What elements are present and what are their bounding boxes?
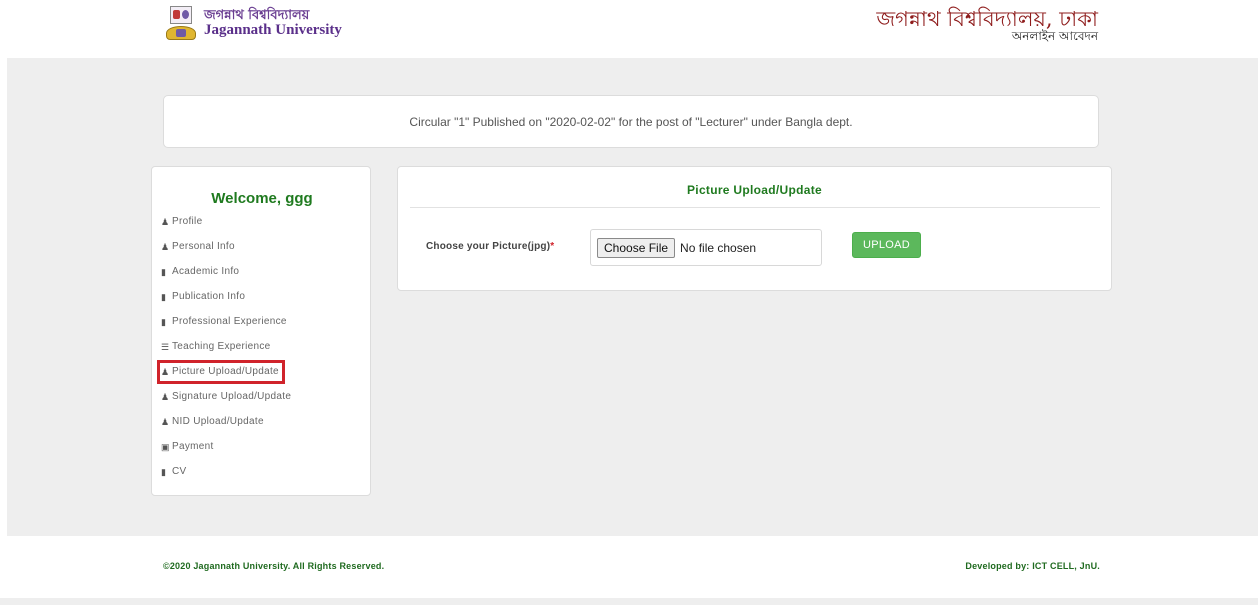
money-icon: ▣ — [161, 442, 170, 452]
sidebar-item-label: Profile — [172, 216, 203, 227]
header-title: জগন্নাথ বিশ্ববিদ্যালয়, ঢাকা — [876, 7, 1098, 31]
user-icon: ♟ — [161, 217, 170, 227]
logo-english-text: Jagannath University — [204, 21, 342, 38]
sidebar-item-academic-info[interactable]: ▮ Academic Info — [161, 264, 291, 289]
sidebar-item-professional-experience[interactable]: ▮ Professional Experience — [161, 314, 291, 339]
picture-field-label: Choose your Picture(jpg)* — [426, 241, 554, 252]
circular-notice: Circular "1" Published on "2020-02-02" f… — [163, 95, 1099, 148]
user-icon: ♟ — [161, 417, 170, 427]
footer-developer-credit: Developed by: ICT CELL, JnU. — [965, 561, 1100, 571]
logo-text: জগন্নাথ বিশ্ববিদ্যালয় Jagannath Univers… — [204, 9, 342, 38]
sidebar-item-profile[interactable]: ♟ Profile — [161, 214, 291, 239]
file-status-text: No file chosen — [680, 240, 757, 255]
sidebar-item-publication-info[interactable]: ▮ Publication Info — [161, 289, 291, 314]
sidebar-item-picture-upload[interactable]: ♟ Picture Upload/Update — [157, 360, 291, 389]
sidebar-item-signature-upload[interactable]: ♟ Signature Upload/Update — [161, 389, 291, 414]
university-seal-icon — [164, 4, 198, 44]
sidebar-item-teaching-experience[interactable]: ☰ Teaching Experience — [161, 339, 291, 364]
circular-text: Circular "1" Published on "2020-02-02" f… — [409, 114, 853, 129]
sidebar: Welcome, ggg ♟ Profile ♟ Personal Info ▮ Ac… — [151, 166, 371, 496]
sidebar-item-label: Teaching Experience — [172, 341, 271, 352]
user-icon: ♟ — [161, 367, 170, 377]
panel-divider — [410, 207, 1100, 208]
site-header: জগন্নাথ বিশ্ববিদ্যালয় Jagannath Univers… — [0, 0, 1258, 58]
user-icon: ♟ — [161, 392, 170, 402]
university-logo[interactable]: জগন্নাথ বিশ্ববিদ্যালয় Jagannath Univers… — [164, 4, 342, 44]
list-icon: ☰ — [161, 342, 170, 352]
picture-upload-panel: Picture Upload/Update Choose your Pictur… — [397, 166, 1112, 291]
book-icon: ▮ — [161, 292, 167, 302]
footer-copyright: ©2020 Jagannath University. All Rights R… — [163, 561, 385, 571]
book-icon: ▮ — [161, 317, 167, 327]
picture-field-label-text: Choose your Picture(jpg) — [426, 241, 551, 252]
book-icon: ▮ — [161, 467, 167, 477]
sidebar-item-personal-info[interactable]: ♟ Personal Info — [161, 239, 291, 264]
bottom-strip — [0, 598, 1258, 605]
sidebar-item-label: Picture Upload/Update — [172, 366, 279, 377]
panel-title: Picture Upload/Update — [687, 183, 822, 197]
choose-file-button[interactable]: Choose File — [597, 237, 676, 258]
sidebar-item-label: CV — [172, 466, 187, 477]
header-subtitle: অনলাইন আবেদন — [1011, 29, 1098, 44]
upload-button[interactable]: UPLOAD — [852, 232, 921, 258]
welcome-heading: Welcome, ggg — [211, 190, 313, 207]
sidebar-menu: ♟ Profile ♟ Personal Info ▮ Academic Info ▮… — [157, 214, 291, 489]
picture-file-input[interactable]: Choose File No file chosen — [590, 229, 822, 266]
required-mark: * — [550, 241, 555, 252]
sidebar-item-label: NID Upload/Update — [172, 416, 264, 427]
header-title-block: জগন্নাথ বিশ্ববিদ্যালয়, ঢাকা অনলাইন আবেদ… — [876, 8, 1098, 43]
sidebar-item-nid-upload[interactable]: ♟ NID Upload/Update — [161, 414, 291, 439]
sidebar-item-payment[interactable]: ▣ Payment — [161, 439, 291, 464]
sidebar-item-label: Signature Upload/Update — [172, 391, 292, 402]
logo-bangla-text: জগন্নাথ বিশ্ববিদ্যালয় — [204, 8, 310, 24]
sidebar-item-label: Academic Info — [172, 266, 240, 277]
sidebar-item-label: Payment — [172, 441, 214, 452]
user-icon: ♟ — [161, 242, 170, 252]
sidebar-item-label: Professional Experience — [172, 316, 287, 327]
sidebar-item-cv[interactable]: ▮ CV — [161, 464, 291, 489]
sidebar-item-label: Publication Info — [172, 291, 246, 302]
sidebar-item-label: Personal Info — [172, 241, 235, 252]
book-icon: ▮ — [161, 267, 167, 277]
